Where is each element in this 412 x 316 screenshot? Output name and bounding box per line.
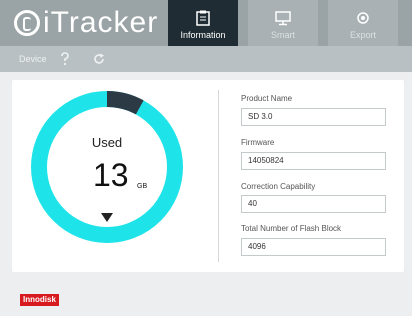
refresh-icon (94, 53, 104, 64)
correction-capability-label: Correction Capability (241, 182, 316, 191)
logo-text: iTracker (43, 6, 159, 39)
tab-smart[interactable]: Smart (248, 0, 318, 46)
gear-icon (357, 12, 369, 24)
flash-block-label: Total Number of Flash Block (241, 224, 342, 233)
brand-logo: Innodisk (20, 294, 59, 306)
usage-ring-segment (106, 91, 144, 115)
flash-block-field: 4096 (241, 238, 386, 256)
tab-export[interactable]: Export (328, 0, 398, 46)
tab-information[interactable]: Information (168, 0, 238, 46)
expand-arrow-icon[interactable] (101, 213, 113, 222)
refresh-button[interactable] (90, 50, 108, 68)
tab-export-label: Export (349, 30, 376, 40)
clipboard-icon (196, 10, 210, 26)
firmware-field: 14050824 (241, 152, 386, 170)
logo-mark-icon (14, 10, 40, 36)
firmware-label: Firmware (241, 138, 275, 147)
tab-information-label: Information (180, 30, 226, 40)
panel-divider (218, 90, 219, 262)
used-unit: GB (137, 183, 148, 190)
used-value: 13 (93, 157, 129, 193)
product-name-field: SD 3.0 (241, 108, 386, 126)
help-icon (61, 52, 69, 66)
app-logo: iTracker (14, 6, 158, 40)
tab-smart-label: Smart (270, 30, 295, 40)
product-name-label: Product Name (241, 94, 293, 103)
app-window: iTracker Information Smart Export Device… (0, 0, 412, 316)
monitor-icon (275, 11, 291, 26)
device-label: Device (19, 54, 47, 64)
header-bar: iTracker Information Smart Export (0, 0, 412, 46)
help-button[interactable] (56, 50, 74, 68)
correction-capability-field: 40 (241, 195, 386, 213)
footer: Innodisk (0, 280, 412, 316)
toolbar: Device (0, 46, 412, 72)
used-label: Used (91, 135, 123, 150)
usage-gauge: Used 13 GB (27, 87, 187, 247)
